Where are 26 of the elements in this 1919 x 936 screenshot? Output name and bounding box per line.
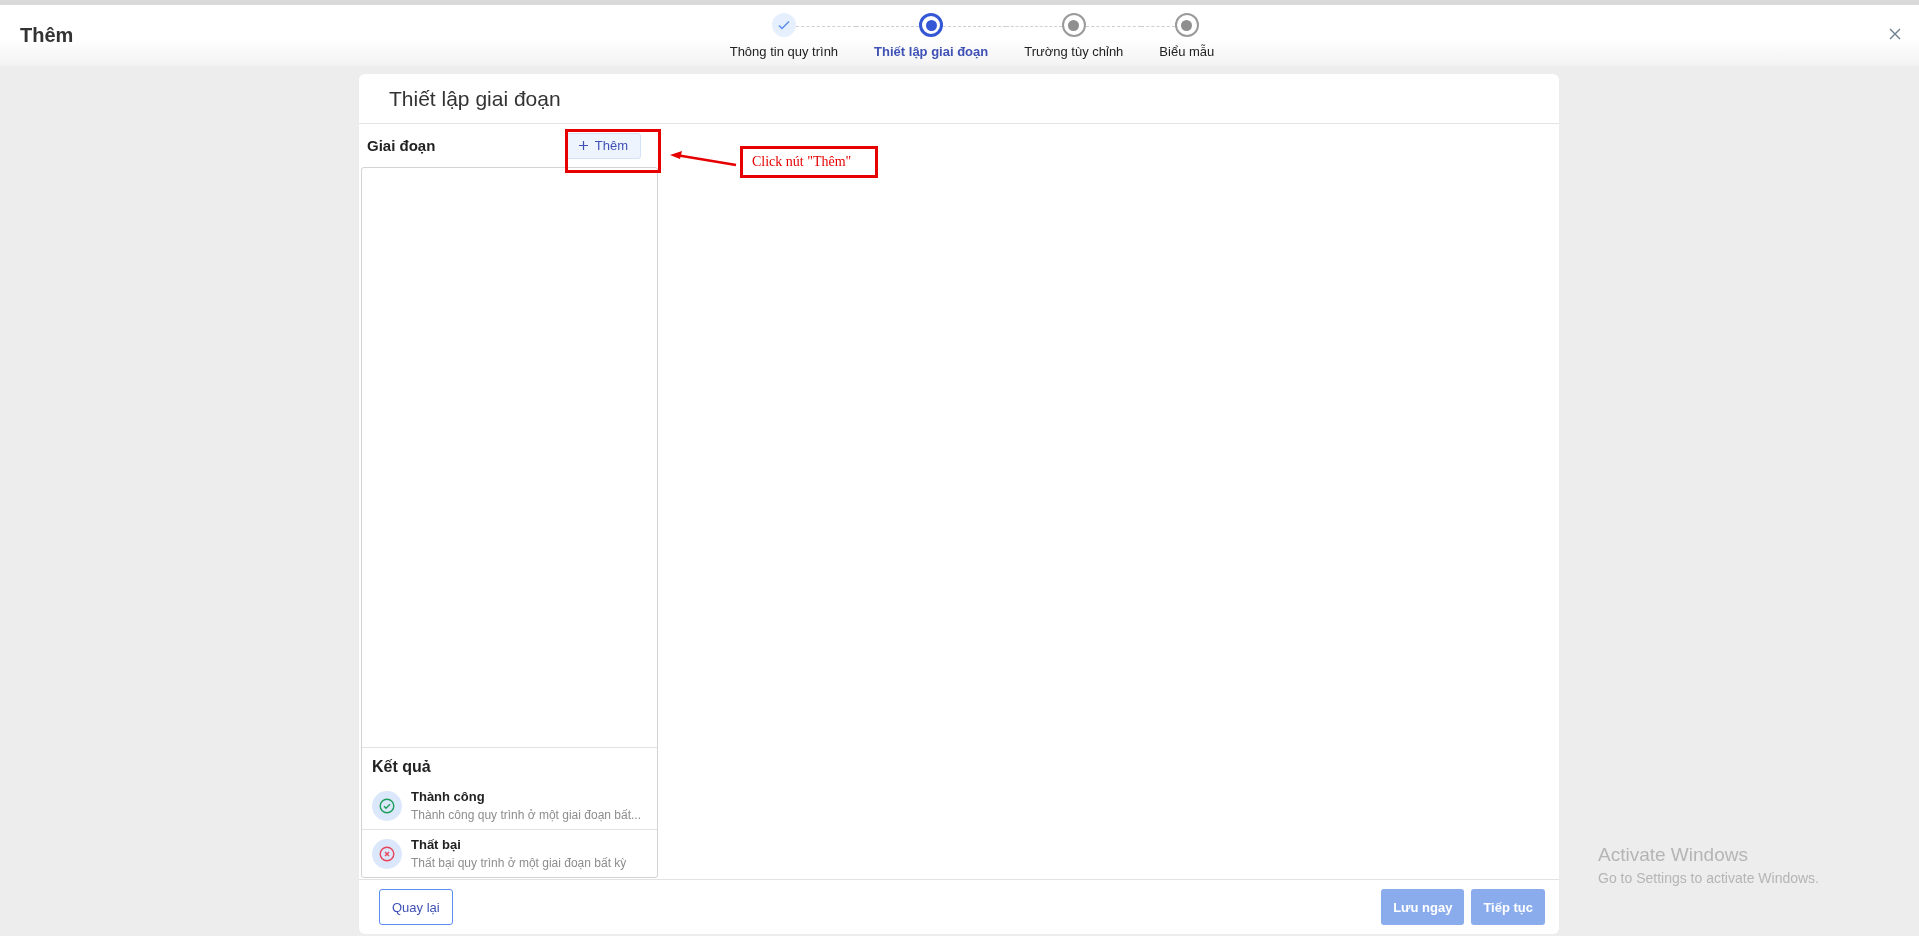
dialog-title: Thêm (20, 24, 75, 47)
step-pending-marker (1061, 13, 1086, 37)
step-label[interactable]: Thiết lập giai đoạn (874, 44, 989, 59)
activation-title: Activate Windows (1598, 844, 1749, 866)
callout-label: Click nút "Thêm" (740, 146, 878, 178)
results-heading: Kết quả (371, 757, 432, 777)
result-title: Thành công (411, 789, 486, 804)
success-check-icon (379, 797, 395, 814)
result-description: Thành công quy trình ở một giai đoạn bất... (411, 808, 641, 822)
result-description: Thất bại quy trình ở một giai đoạn bất kỳ (411, 856, 627, 870)
section-title: Thiết lập giai đoạn (389, 86, 561, 111)
close-icon (1889, 28, 1901, 40)
plus-icon (578, 141, 588, 150)
add-button[interactable]: Thêm (565, 132, 641, 159)
stage-heading: Giai đoạn (367, 137, 436, 154)
step-active-marker (919, 13, 944, 37)
failure-x-icon (379, 845, 395, 862)
check-icon (776, 18, 791, 32)
step-label[interactable]: Trường tùy chỉnh (1024, 44, 1124, 59)
step-label[interactable]: Biểu mẫu (1159, 44, 1215, 59)
step-pending-marker (1174, 13, 1199, 37)
pointer-arrow (670, 151, 737, 167)
back-button[interactable]: Quay lại (379, 889, 453, 925)
result-title: Thất bại (411, 837, 462, 852)
step-label[interactable]: Thông tin quy trình (729, 44, 839, 59)
activation-hint: Go to Settings to activate Windows. (1598, 870, 1819, 886)
